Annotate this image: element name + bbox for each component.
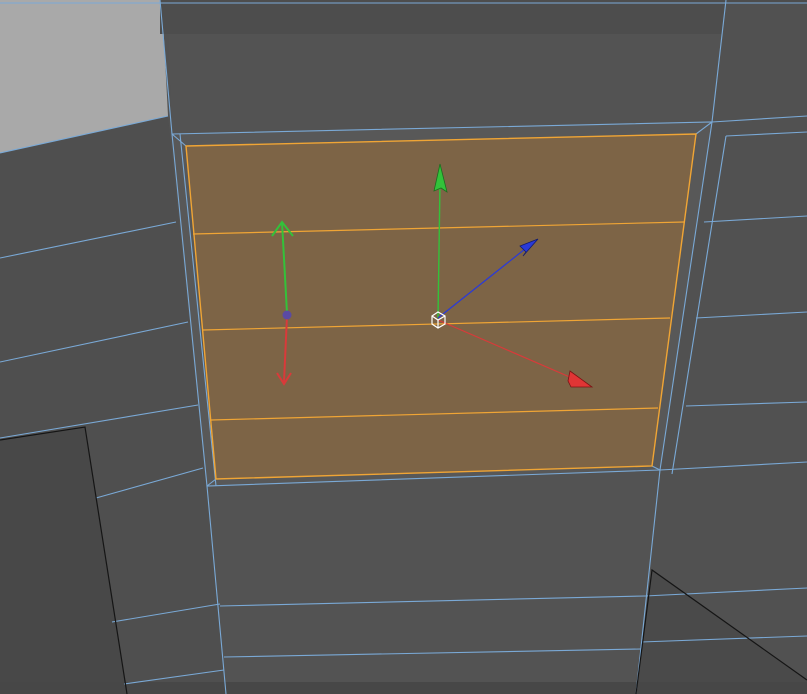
top-strip [160, 0, 807, 34]
dot-icon[interactable] [282, 310, 292, 320]
lower-wall [207, 470, 660, 694]
3d-viewport[interactable] [0, 0, 807, 694]
scene-canvas[interactable] [0, 0, 807, 694]
bottom-strip [0, 682, 807, 694]
center-wall [168, 34, 726, 134]
